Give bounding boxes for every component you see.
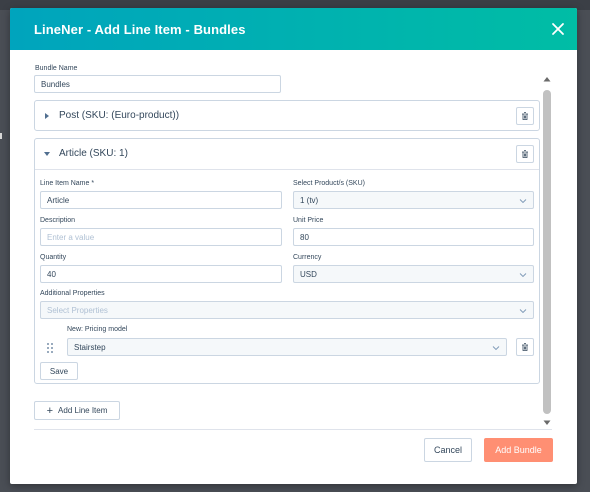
drag-handle-icon[interactable] — [45, 342, 55, 354]
currency-label: Currency — [293, 254, 322, 261]
save-button[interactable]: Save — [40, 362, 78, 380]
trash-icon — [522, 343, 528, 351]
delete-line-item-button[interactable] — [516, 145, 534, 163]
additional-properties-placeholder: Select Properties — [47, 305, 108, 315]
trash-icon — [522, 112, 528, 120]
quantity-input[interactable]: 40 — [40, 265, 282, 283]
line-item-card-post: Post (SKU: (Euro-product)) — [34, 100, 540, 131]
currency-value: USD — [300, 269, 317, 279]
delete-property-button[interactable] — [516, 338, 534, 356]
delete-line-item-button[interactable] — [516, 107, 534, 125]
line-item-title[interactable]: Article (SKU: 1) — [59, 148, 128, 159]
footer-divider — [34, 429, 552, 430]
scroll-down-arrow-icon[interactable] — [543, 420, 551, 426]
close-icon — [552, 23, 564, 35]
unit-price-input[interactable]: 80 — [293, 228, 534, 246]
add-line-item-modal: LineNer - Add Line Item - Bundles Bundle… — [10, 8, 577, 484]
select-products-dropdown[interactable]: 1 (tv) — [293, 191, 534, 209]
add-line-item-label: Add Line Item — [58, 406, 108, 415]
card-divider — [35, 169, 539, 170]
description-label: Description — [40, 217, 76, 224]
caret-down-icon[interactable] — [43, 150, 51, 158]
select-products-label: Select Product/s (SKU) — [293, 180, 365, 187]
modal-body: Bundle Name Bundles Post (SKU: (Euro-pro… — [10, 50, 577, 484]
quantity-label: Quantity — [40, 254, 67, 261]
bundle-name-input[interactable]: Bundles — [34, 75, 281, 93]
scroll-up-arrow-icon[interactable] — [543, 76, 551, 82]
modal-header: LineNer - Add Line Item - Bundles — [10, 8, 577, 50]
additional-properties-dropdown[interactable]: Select Properties — [40, 301, 534, 319]
pricing-model-dropdown[interactable]: Stairstep — [67, 338, 507, 356]
chevron-down-icon — [519, 309, 527, 314]
chevron-down-icon — [519, 199, 527, 204]
bundle-name-label: Bundle Name — [35, 65, 78, 72]
close-button[interactable] — [549, 20, 567, 38]
chevron-down-icon — [492, 346, 500, 351]
caret-right-icon[interactable] — [43, 112, 51, 120]
cancel-button[interactable]: Cancel — [424, 438, 472, 462]
pricing-model-value: Stairstep — [74, 342, 106, 352]
plus-icon: + — [46, 404, 54, 417]
modal-title: LineNer - Add Line Item - Bundles — [34, 22, 246, 37]
line-item-title[interactable]: Post (SKU: (Euro-product)) — [59, 110, 179, 121]
additional-properties-label: Additional Properties — [40, 290, 105, 297]
currency-dropdown[interactable]: USD — [293, 265, 534, 283]
scrollbar-thumb[interactable] — [543, 90, 551, 414]
background-marker — [0, 133, 2, 139]
line-item-name-input[interactable]: Article — [40, 191, 282, 209]
unit-price-label: Unit Price — [293, 217, 324, 224]
add-bundle-button[interactable]: Add Bundle — [484, 438, 553, 462]
add-line-item-button[interactable]: + Add Line Item — [34, 401, 120, 420]
description-input[interactable]: Enter a value — [40, 228, 282, 246]
line-item-name-label: Line Item Name * — [40, 180, 95, 187]
line-item-card-article: Article (SKU: 1) Line Item Name * Articl… — [34, 138, 540, 384]
chevron-down-icon — [519, 273, 527, 278]
select-products-value: 1 (tv) — [300, 195, 319, 205]
property-label: New: Pricing model — [67, 326, 128, 333]
trash-icon — [522, 150, 528, 158]
